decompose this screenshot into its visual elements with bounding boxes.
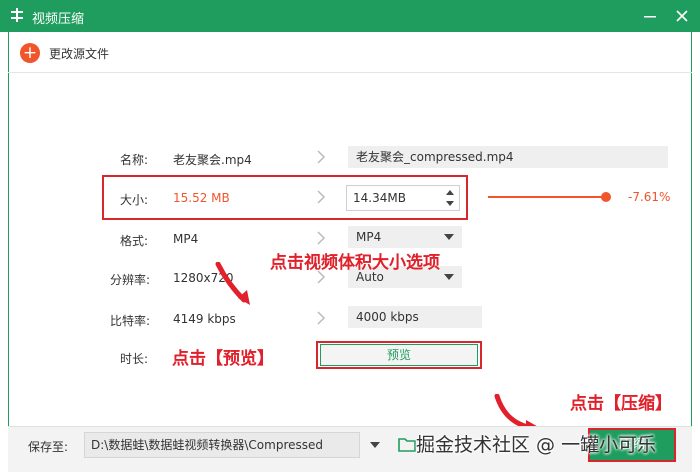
source-name: 老友聚会.mp4 — [173, 153, 252, 167]
save-to-label: 保存至: — [28, 440, 69, 454]
output-bitrate-field[interactable]: 4000 kbps — [348, 306, 482, 328]
size-change-percent: -7.61% — [628, 190, 671, 204]
output-path-field[interactable]: D:\数据蛙\数据蛙视频转换器\Compressed — [84, 432, 360, 458]
folder-icon[interactable] — [398, 436, 416, 452]
resolution-label: 分辨率: — [110, 273, 151, 287]
chevron-right-icon — [317, 150, 326, 164]
change-source-label: 更改源文件 — [49, 46, 110, 61]
duration-label: 时长: — [120, 352, 149, 366]
chevron-right-icon — [317, 190, 326, 204]
format-select[interactable]: MP4 — [348, 226, 462, 248]
format-label: 格式: — [120, 234, 149, 248]
target-size-value: 14.34MB — [353, 191, 406, 205]
source-format: MP4 — [173, 232, 199, 246]
app-logo-icon — [11, 8, 23, 22]
annotation-compress-hint: 点击【压缩】 — [570, 394, 672, 414]
minimize-icon[interactable] — [640, 8, 660, 24]
format-select-value: MP4 — [356, 230, 382, 244]
close-icon[interactable] — [672, 6, 692, 26]
target-size-stepper[interactable]: 14.34MB — [346, 185, 460, 211]
source-bitrate: 4149 kbps — [173, 312, 236, 326]
chevron-right-icon — [317, 231, 326, 245]
annotation-size-hint: 点击视频体积大小选项 — [270, 253, 440, 273]
dropdown-caret-icon — [444, 274, 454, 280]
window-title: 视频压缩 — [32, 12, 85, 27]
title-bar: 视频压缩 — [0, 0, 700, 32]
watermark: 掘金技术社区 @ 一罐小可乐 — [416, 434, 657, 456]
stepper-arrows-icon[interactable] — [445, 187, 455, 209]
change-source-button[interactable]: + 更改源文件 — [20, 42, 109, 64]
dropdown-caret-icon[interactable] — [370, 442, 380, 448]
chevron-right-icon — [317, 311, 326, 325]
name-label: 名称: — [120, 153, 149, 167]
size-slider-track[interactable] — [488, 196, 606, 198]
plus-icon: + — [20, 43, 40, 63]
arrow-annotation-icon — [215, 262, 250, 305]
size-label: 大小: — [120, 193, 149, 207]
size-slider-handle[interactable] — [601, 192, 611, 202]
source-size: 15.52 MB — [173, 191, 230, 205]
output-name-field[interactable]: 老友聚会_compressed.mp4 — [348, 146, 668, 168]
dropdown-caret-icon — [444, 234, 454, 240]
divider — [8, 72, 692, 73]
preview-button[interactable]: 预览 — [320, 344, 478, 366]
annotation-preview-hint: 点击【预览】 — [172, 349, 274, 369]
bitrate-label: 比特率: — [110, 314, 151, 328]
